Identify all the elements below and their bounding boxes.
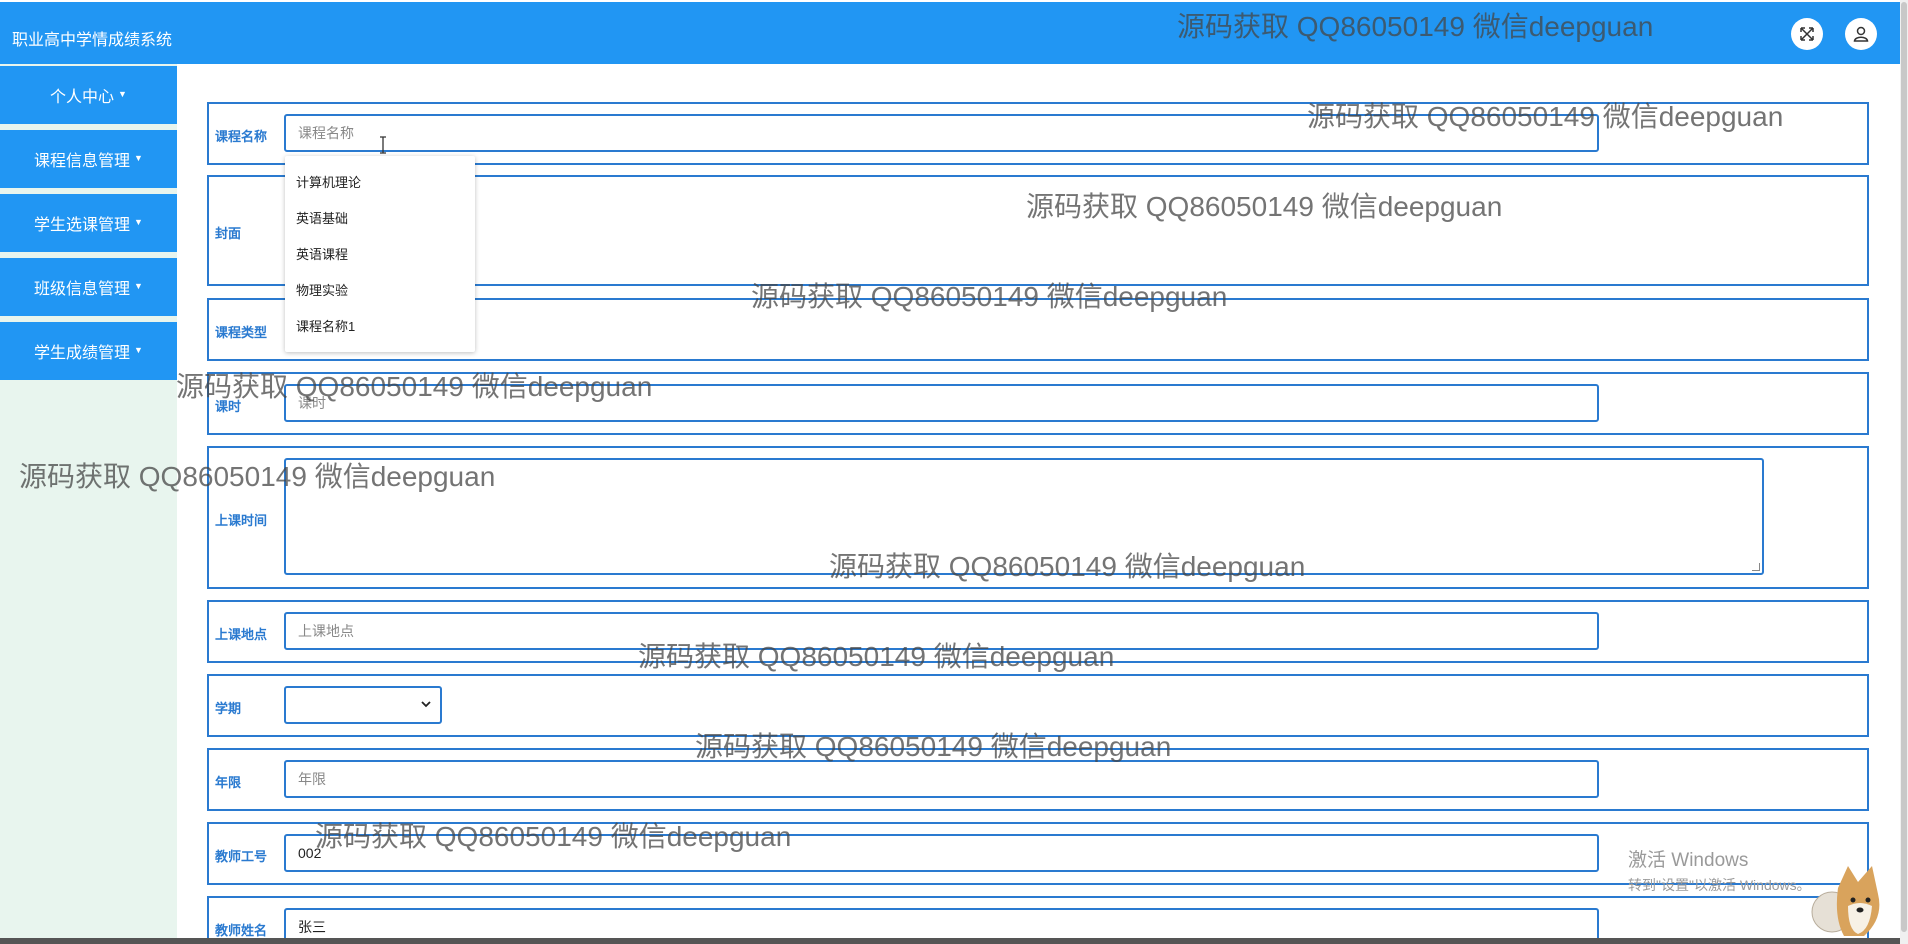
watermark-text: 源码获取 QQ86050149 微信deepguan — [829, 551, 1306, 582]
watermark-text: 源码获取 QQ86050149 微信deepguan — [1026, 191, 1503, 222]
scrollbar-thumb[interactable] — [1901, 2, 1907, 932]
years-label: 年限 — [215, 775, 242, 790]
class-time-label: 上课时间 — [215, 513, 268, 528]
autocomplete-option[interactable]: 英语基础 — [296, 208, 348, 227]
expand-icon[interactable] — [1791, 18, 1823, 50]
autocomplete-dropdown: 计算机理论 英语基础 英语课程 物理实验 课程名称1 — [285, 156, 475, 352]
watermark-text: 源码获取 QQ86050149 微信deepguan — [176, 371, 653, 402]
sidebar-item-grades[interactable]: 学生成绩管理 ▼ — [0, 322, 177, 382]
chevron-down-icon: ▼ — [134, 345, 143, 355]
form-row-teacher-name: 教师姓名 张三 — [207, 896, 1869, 944]
resize-handle-icon[interactable] — [1752, 563, 1760, 571]
sidebar-item-class-info[interactable]: 班级信息管理 ▼ — [0, 258, 177, 318]
teacher-name-label: 教师姓名 — [215, 923, 268, 938]
sidebar-item-label: 学生选课管理 — [34, 217, 131, 234]
years-input[interactable]: 年限 — [284, 760, 1599, 798]
chevron-down-icon — [420, 698, 432, 713]
watermark-text: 源码获取 QQ86050149 微信deepguan — [19, 461, 496, 492]
location-label: 上课地点 — [215, 627, 268, 642]
sidebar-item-label: 班级信息管理 — [34, 281, 131, 298]
semester-select[interactable] — [284, 686, 442, 724]
semester-label: 学期 — [215, 701, 242, 716]
chevron-down-icon: ▼ — [134, 153, 143, 163]
watermark-text: 源码获取 QQ86050149 微信deepguan — [638, 641, 1115, 672]
watermark-text: 源码获取 QQ86050149 微信deepguan — [1307, 101, 1784, 132]
course-type-label: 课程类型 — [215, 325, 268, 340]
chevron-down-icon: ▼ — [134, 281, 143, 291]
sidebar-item-course-info[interactable]: 课程信息管理 ▼ — [0, 130, 177, 190]
sidebar-item-personal-center[interactable]: 个人中心 ▼ — [0, 66, 177, 126]
autocomplete-option[interactable]: 计算机理论 — [296, 172, 361, 191]
autocomplete-option[interactable]: 课程名称1 — [296, 316, 355, 335]
text-cursor-icon — [380, 136, 386, 154]
user-icon[interactable] — [1845, 18, 1877, 50]
watermark-text: 源码获取 QQ86050149 微信deepguan — [751, 281, 1228, 312]
vertical-scrollbar[interactable] — [1900, 0, 1908, 944]
teacher-id-label: 教师工号 — [215, 849, 268, 864]
autocomplete-option[interactable]: 物理实验 — [296, 280, 348, 299]
watermark-text: 源码获取 QQ86050149 微信deepguan — [1177, 11, 1654, 42]
cover-label: 封面 — [215, 226, 242, 241]
ime-mascot-icon[interactable] — [1808, 860, 1892, 940]
sidebar-item-label: 个人中心 — [50, 89, 115, 106]
windows-activation-title: 激活 Windows — [1628, 850, 1749, 871]
sidebar-item-label: 学生成绩管理 — [34, 345, 131, 362]
sidebar: 个人中心 ▼ 课程信息管理 ▼ 学生选课管理 ▼ 班级信息管理 ▼ 学生成绩管理 ▼ — [0, 64, 177, 944]
watermark-text: 源码获取 QQ86050149 微信deepguan — [695, 731, 1172, 762]
sidebar-item-course-selection[interactable]: 学生选课管理 ▼ — [0, 194, 177, 254]
course-name-label: 课程名称 — [215, 129, 268, 144]
watermark-text: 源码获取 QQ86050149 微信deepguan — [315, 821, 792, 852]
windows-activation-notice: 激活 Windows 转到"设置"以激活 Windows。 — [1628, 845, 1811, 895]
chevron-down-icon: ▼ — [118, 89, 127, 99]
autocomplete-option[interactable]: 英语课程 — [296, 244, 348, 263]
bottom-bar — [0, 938, 1900, 944]
chevron-down-icon: ▼ — [134, 217, 143, 227]
windows-activation-subtitle: 转到"设置"以激活 Windows。 — [1628, 877, 1811, 893]
sidebar-item-label: 课程信息管理 — [34, 153, 131, 170]
app-title: 职业高中学情成绩系统 — [12, 32, 173, 49]
